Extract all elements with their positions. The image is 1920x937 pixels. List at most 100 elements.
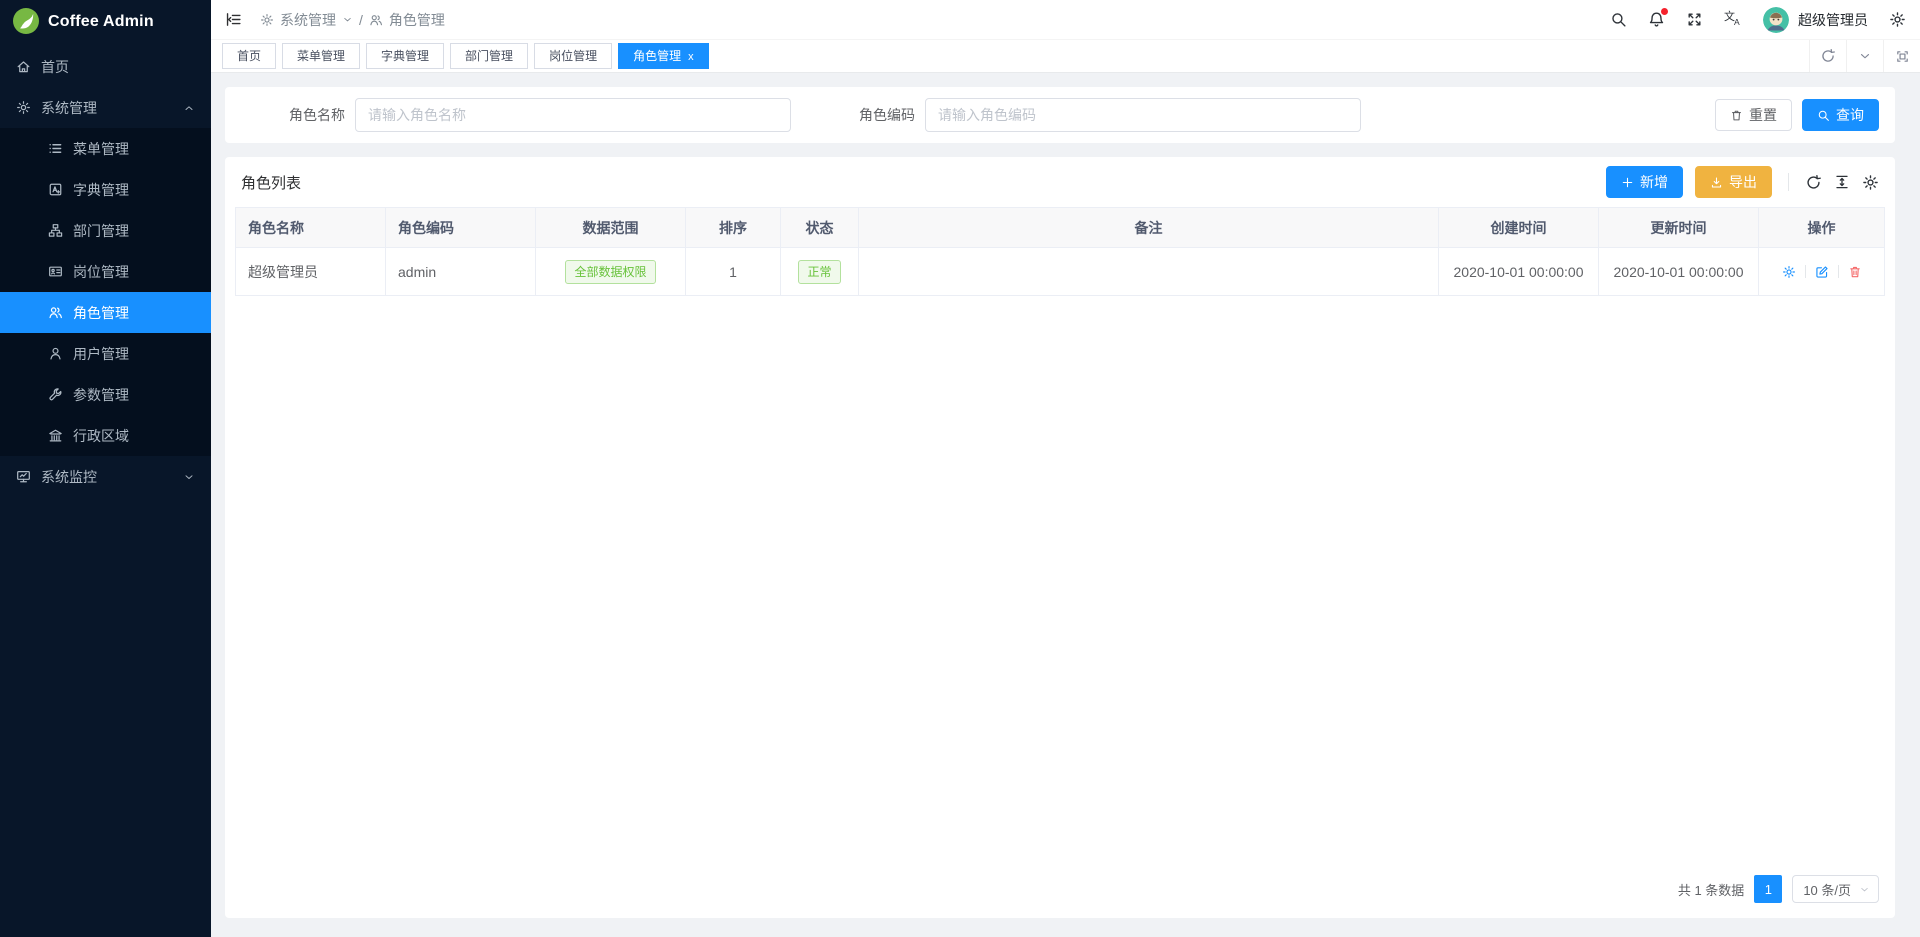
col-sort: 排序 [686, 208, 781, 248]
search-icon[interactable] [1610, 11, 1627, 28]
role-name-label: 角色名称 [289, 105, 345, 125]
row-height-icon[interactable] [1834, 174, 1850, 190]
role-code-input[interactable] [925, 98, 1361, 132]
app-title: Coffee Admin [48, 13, 154, 31]
dictionary-icon [48, 182, 63, 197]
sidebar-item-label: 参数管理 [73, 385, 195, 405]
sidebar-item-label: 菜单管理 [73, 139, 195, 159]
chevron-down-icon[interactable] [1846, 40, 1883, 72]
sidebar-group-system[interactable]: 系统管理 [0, 87, 211, 128]
breadcrumb: 系统管理 / 角色管理 [260, 10, 445, 30]
query-button[interactable]: 查询 [1802, 99, 1879, 131]
fullscreen-icon[interactable] [1686, 11, 1703, 28]
sidebar-item-dept-mgmt[interactable]: 部门管理 [0, 210, 211, 251]
table-header-row: 角色名称 角色编码 数据范围 排序 状态 备注 创建时间 更新时间 操作 [236, 208, 1884, 248]
query-button-label: 查询 [1836, 105, 1864, 125]
notification-dot [1661, 8, 1668, 15]
list-icon [48, 141, 63, 156]
home-icon [16, 59, 31, 74]
sidebar-item-label: 行政区域 [73, 426, 195, 446]
column-settings-gear-icon[interactable] [1862, 174, 1879, 191]
sidebar-item-role-mgmt[interactable]: 角色管理 [0, 292, 211, 333]
sidebar-item-label: 字典管理 [73, 180, 195, 200]
translate-icon[interactable]: 文A [1724, 9, 1742, 30]
tab-controls [1809, 40, 1920, 72]
role-code-label: 角色编码 [859, 105, 915, 125]
tab-post-mgmt[interactable]: 岗位管理 [534, 43, 612, 69]
sidebar-group-monitor[interactable]: 系统监控 [0, 456, 211, 497]
col-created: 创建时间 [1439, 208, 1599, 248]
collapse-sidebar-icon[interactable] [225, 11, 242, 28]
user-avatar[interactable] [1763, 7, 1789, 33]
sidebar-item-menu-mgmt[interactable]: 菜单管理 [0, 128, 211, 169]
sidebar-item-dict-mgmt[interactable]: 字典管理 [0, 169, 211, 210]
page-size-value: 10 条/页 [1803, 880, 1851, 899]
current-user-name[interactable]: 超级管理员 [1798, 10, 1868, 30]
tab-label: 岗位管理 [549, 49, 597, 63]
wrench-icon [48, 387, 63, 402]
tab-label: 首页 [237, 49, 261, 63]
search-form-card: 角色名称 角色编码 重置 查询 [225, 87, 1895, 143]
sidebar-item-region[interactable]: 行政区域 [0, 415, 211, 456]
top-header: 系统管理 / 角色管理 文A 超级管理员 [211, 0, 1920, 40]
refresh-icon[interactable] [1805, 174, 1822, 191]
col-status: 状态 [781, 208, 859, 248]
page-number-button[interactable]: 1 [1754, 875, 1782, 903]
sidebar-item-label: 用户管理 [73, 344, 195, 364]
page-size-select[interactable]: 10 条/页 [1792, 875, 1879, 903]
sidebar-item-user-mgmt[interactable]: 用户管理 [0, 333, 211, 374]
breadcrumb-current: 角色管理 [389, 10, 445, 30]
cell-role-code: admin [386, 248, 536, 296]
bank-icon [48, 428, 63, 443]
org-tree-icon [48, 223, 63, 238]
card-header: 角色列表 新增 导出 [225, 157, 1895, 207]
delete-trash-icon[interactable] [1848, 265, 1862, 279]
permission-gear-icon[interactable] [1782, 265, 1796, 279]
role-table: 角色名称 角色编码 数据范围 排序 状态 备注 创建时间 更新时间 操作 超级管… [235, 207, 1885, 296]
cell-sort: 1 [686, 248, 781, 296]
card-title: 角色列表 [241, 172, 301, 193]
sidebar: Coffee Admin 首页 系统管理 菜单管理 字典管理 部门管理 [0, 0, 211, 937]
roles-icon [369, 13, 383, 27]
add-button[interactable]: 新增 [1606, 166, 1683, 198]
breadcrumb-separator: / [359, 12, 363, 28]
sidebar-item-post-mgmt[interactable]: 岗位管理 [0, 251, 211, 292]
export-button[interactable]: 导出 [1695, 166, 1772, 198]
edit-icon[interactable] [1815, 265, 1829, 279]
table-row[interactable]: 超级管理员 admin 全部数据权限 1 正常 2020-10-01 00:00… [236, 248, 1884, 296]
sidebar-item-param-mgmt[interactable]: 参数管理 [0, 374, 211, 415]
sidebar-submenu-system: 菜单管理 字典管理 部门管理 岗位管理 角色管理 用户管理 [0, 128, 211, 456]
notification-bell-icon[interactable] [1648, 11, 1665, 28]
reset-button[interactable]: 重置 [1715, 99, 1792, 131]
sidebar-item-home[interactable]: 首页 [0, 46, 211, 87]
col-actions: 操作 [1759, 208, 1884, 248]
role-name-field-group: 角色名称 [289, 98, 791, 132]
tab-label: 角色管理 [633, 49, 681, 63]
tab-close-icon[interactable]: x [688, 51, 694, 63]
tab-dept-mgmt[interactable]: 部门管理 [450, 43, 528, 69]
role-list-card: 角色列表 新增 导出 [225, 157, 1895, 918]
search-buttons: 重置 查询 [1715, 99, 1879, 131]
gear-icon [16, 100, 31, 115]
tab-menu-mgmt[interactable]: 菜单管理 [282, 43, 360, 69]
role-name-input[interactable] [355, 98, 791, 132]
app-logo[interactable]: Coffee Admin [0, 0, 211, 44]
col-role-code: 角色编码 [386, 208, 536, 248]
sidebar-item-label: 部门管理 [73, 221, 195, 241]
sidebar-item-label: 首页 [41, 57, 195, 77]
export-button-label: 导出 [1729, 172, 1757, 192]
tab-dict-mgmt[interactable]: 字典管理 [366, 43, 444, 69]
chevron-down-icon [342, 14, 353, 25]
settings-gear-icon[interactable] [1889, 11, 1906, 28]
maximize-icon[interactable] [1883, 40, 1920, 72]
tab-home[interactable]: 首页 [222, 43, 276, 69]
chevron-up-icon [183, 102, 195, 114]
page-content: 角色名称 角色编码 重置 查询 角色列表 [211, 73, 1920, 937]
col-role-name: 角色名称 [236, 208, 386, 248]
refresh-icon[interactable] [1809, 40, 1846, 72]
tab-role-mgmt[interactable]: 角色管理 x [618, 43, 709, 69]
breadcrumb-parent[interactable]: 系统管理 [280, 10, 336, 30]
col-updated: 更新时间 [1599, 208, 1759, 248]
sidebar-item-label: 岗位管理 [73, 262, 195, 282]
status-badge: 正常 [798, 260, 840, 284]
